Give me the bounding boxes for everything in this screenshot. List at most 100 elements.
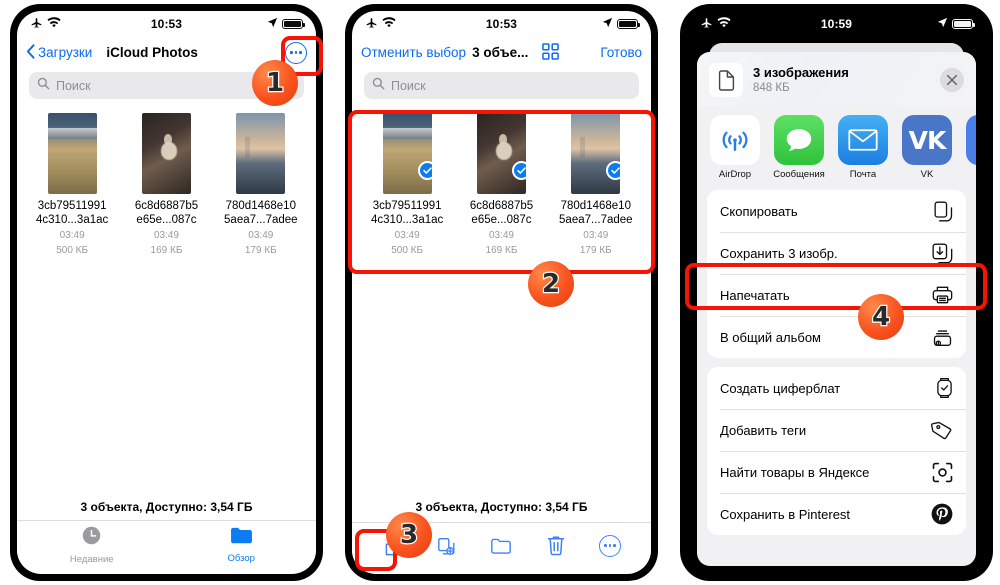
- storage-status-line: 3 объекта, Доступно: 3,54 ГБ: [80, 500, 253, 514]
- file-time: 03:49: [153, 230, 179, 241]
- file-name-line2: 4c310...3a1ac: [371, 213, 444, 226]
- action-save-images[interactable]: Сохранить 3 изобр.: [707, 232, 966, 274]
- file-size: 500 КБ: [391, 245, 424, 256]
- step-badge-1: 1: [252, 60, 298, 106]
- action-yandex-search[interactable]: Найти товары в Яндексе: [707, 451, 966, 493]
- file-item[interactable]: 3cb79511991 4c310...3a1ac 03:49 500 КБ: [28, 113, 116, 257]
- file-time: 03:49: [583, 230, 609, 241]
- screen-files-selection: 10:53 Отменить выбор 3 объе... Готово По…: [352, 11, 651, 574]
- action-shared-album[interactable]: В общий альбом: [707, 316, 966, 358]
- tab-label: Недавние: [69, 553, 114, 565]
- action-label: Добавить теги: [720, 422, 807, 438]
- printer-icon: [932, 285, 953, 305]
- step-badge-3: 3: [386, 512, 432, 558]
- file-size: 179 КБ: [244, 245, 277, 256]
- more-circle-icon[interactable]: [593, 531, 627, 561]
- screenshot-stage: 10:53 Загрузки iCloud Photos Поиск 3cb79…: [0, 0, 1000, 585]
- folder-move-icon[interactable]: [484, 531, 518, 561]
- document-icon: [709, 63, 743, 97]
- back-button[interactable]: Загрузки: [26, 43, 92, 62]
- search-placeholder: Поиск: [391, 78, 426, 93]
- share-app-mail[interactable]: Почта: [837, 115, 889, 180]
- file-name-line2: 4c310...3a1ac: [36, 213, 109, 226]
- share-sheet-header: 3 изображения 848 КБ: [697, 52, 976, 107]
- action-label: Скопировать: [720, 203, 798, 219]
- storage-status-line: 3 объекта, Доступно: 3,54 ГБ: [415, 500, 588, 514]
- share-app-label: AirDrop: [718, 169, 752, 180]
- share-app-airdrop[interactable]: AirDrop: [709, 115, 761, 180]
- share-app-partial[interactable]: [965, 115, 976, 180]
- search-placeholder: Поиск: [56, 78, 91, 93]
- file-name-line1: 6c8d6887b5: [134, 200, 199, 212]
- share-apps-row: AirDrop Сообщения Почта VK VK: [697, 107, 976, 190]
- tab-browse[interactable]: Обзор: [196, 526, 286, 564]
- status-bar-2: 10:53: [352, 11, 651, 37]
- phone-panel-2: 10:53 Отменить выбор 3 объе... Готово По…: [345, 4, 658, 581]
- done-button[interactable]: Готово: [600, 45, 642, 60]
- action-print[interactable]: Напечатать: [707, 274, 966, 316]
- file-name-line1: 3cb79511991: [372, 200, 442, 212]
- tab-recent[interactable]: Недавние: [47, 525, 137, 565]
- vk-icon: VK: [902, 115, 952, 165]
- file-grid-1: 3cb79511991 4c310...3a1ac 03:49 500 КБ 6…: [17, 107, 316, 267]
- file-thumbnail: [571, 113, 621, 194]
- file-name-line2: 5aea7...7adee: [224, 213, 298, 226]
- share-app-messages[interactable]: Сообщения: [773, 115, 825, 180]
- file-time: 03:49: [59, 230, 85, 241]
- airdrop-icon: [710, 115, 760, 165]
- file-name-line2: 5aea7...7adee: [559, 213, 633, 226]
- checkmark-icon: [417, 161, 432, 180]
- file-item[interactable]: 780d1468e10 5aea7...7adee 03:49 179 КБ: [217, 113, 305, 257]
- action-label: Напечатать: [720, 287, 790, 303]
- grid-view-icon[interactable]: [542, 42, 560, 63]
- file-name-line2: e65e...087c: [136, 213, 197, 226]
- file-size: 179 КБ: [579, 245, 612, 256]
- action-add-tags[interactable]: Добавить теги: [707, 409, 966, 451]
- action-label: Создать циферблат: [720, 380, 841, 396]
- file-size: 500 КБ: [56, 245, 89, 256]
- share-title: 3 изображения: [753, 64, 849, 80]
- file-item[interactable]: 6c8d6887b5 e65e...087c 03:49 169 КБ: [122, 113, 210, 257]
- close-icon[interactable]: [940, 68, 964, 92]
- chevron-left-icon: [26, 43, 35, 62]
- screen-share-sheet: 10:59 3 изображения 848 КБ AirDrop Сообщ…: [687, 11, 986, 574]
- action-save-pinterest[interactable]: Сохранить в Pinterest: [707, 493, 966, 535]
- file-time: 03:49: [394, 230, 420, 241]
- status-time: 10:53: [485, 17, 518, 31]
- duplicate-icon[interactable]: [430, 531, 464, 561]
- cancel-selection-button[interactable]: Отменить выбор: [361, 45, 466, 60]
- file-thumbnail: [382, 113, 432, 194]
- file-name-line1: 780d1468e10: [560, 200, 631, 212]
- copy-icon: [934, 201, 953, 222]
- search-input[interactable]: Поиск: [364, 72, 639, 99]
- share-actions-group-2: Создать циферблат Добавить теги Найти то…: [707, 367, 966, 535]
- file-item[interactable]: 780d1468e10 5aea7...7adee 03:49 179 КБ: [552, 113, 640, 257]
- watch-face-icon: [936, 377, 953, 399]
- action-create-watchface[interactable]: Создать циферблат: [707, 367, 966, 409]
- action-copy[interactable]: Скопировать: [707, 190, 966, 232]
- checkmark-icon: [511, 161, 526, 180]
- page-title: iCloud Photos: [106, 45, 198, 60]
- share-actions-group-1: Скопировать Сохранить 3 изобр. Напечатат…: [707, 190, 966, 358]
- mail-icon: [838, 115, 888, 165]
- checkmark-icon: [606, 161, 621, 180]
- file-thumbnail: [476, 113, 526, 194]
- file-name-line1: 6c8d6887b5: [469, 200, 534, 212]
- file-item[interactable]: 3cb79511991 4c310...3a1ac 03:49 500 КБ: [363, 113, 451, 257]
- search-icon: [37, 77, 50, 95]
- tag-icon: [931, 420, 953, 440]
- file-item[interactable]: 6c8d6887b5 e65e...087c 03:49 169 КБ: [457, 113, 545, 257]
- action-label: Сохранить в Pinterest: [720, 506, 851, 522]
- trash-icon[interactable]: [539, 531, 573, 561]
- step-badge-2: 2: [528, 261, 574, 307]
- share-app-vk[interactable]: VK VK: [901, 115, 953, 180]
- phone-panel-3: 10:59 3 изображения 848 КБ AirDrop Сообщ…: [680, 4, 993, 581]
- status-time: 10:53: [150, 17, 183, 31]
- more-circle-icon[interactable]: [285, 41, 307, 64]
- status-time: 10:59: [820, 17, 853, 31]
- step-badge-4: 4: [858, 294, 904, 340]
- share-app-label: Сообщения: [773, 169, 825, 180]
- shared-album-icon: [932, 328, 953, 347]
- clock-icon: [81, 525, 102, 551]
- file-thumbnail: [141, 113, 191, 194]
